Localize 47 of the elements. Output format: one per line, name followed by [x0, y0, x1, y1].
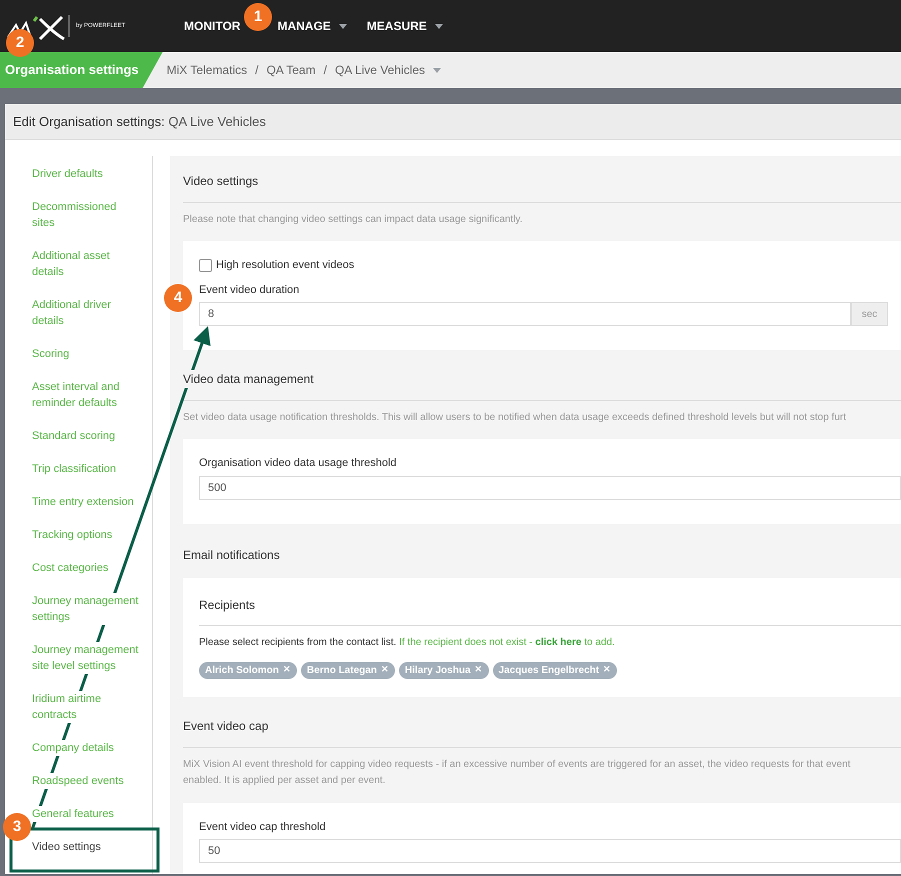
input-field[interactable]: 8	[199, 302, 851, 326]
unit-label: sec	[851, 302, 888, 326]
breadcrumb-separator: /	[324, 62, 327, 79]
field-label: Organisation video data usage threshold	[199, 456, 398, 471]
field-label: Event video duration	[199, 282, 300, 298]
section-heading: Email notifications	[183, 546, 281, 564]
breadcrumb-link[interactable]: MiX Telematics	[166, 61, 248, 79]
section-note: Set video data usage notification thresholds. This will allow users to be notified when data usage exceeds defined threshold levels but will not stop furt	[183, 411, 847, 425]
sidebar-item[interactable]: Tracking options	[32, 527, 112, 543]
recipient-name: Berno Lategan	[306, 664, 377, 678]
nav-menu-item[interactable]: MEASURE	[366, 17, 443, 35]
section-heading: Video data management	[183, 370, 314, 388]
sidebar-item[interactable]: Video settings	[32, 839, 101, 855]
remove-button[interactable]: ✕	[282, 663, 291, 677]
checkbox-label: High resolution event videos	[216, 258, 354, 273]
recipient-name: Jacques Engelbrecht	[498, 664, 600, 678]
remove-button[interactable]: ✕	[603, 663, 612, 677]
section-note: MiX Vision AI event threshold for capping video requests - if an excessive number of events are triggered for an asset, the video requests for that event	[183, 758, 852, 772]
recipient-name: Alrich Solomon	[205, 664, 279, 678]
sidebar-item[interactable]: Roadspeed events	[32, 773, 124, 789]
nav-menu-item[interactable]: MANAGE	[277, 17, 347, 35]
breadcrumb-link[interactable]: QA Live Vehicles	[334, 61, 425, 79]
sidebar-item[interactable]: Cost categories	[32, 560, 108, 576]
section-note: enabled. It is applied per asset and per event.	[183, 774, 386, 788]
subsection-heading: Recipients	[199, 596, 901, 626]
sidebar-item[interactable]: General features	[32, 806, 114, 822]
add-contact-link[interactable]: click here	[535, 636, 582, 648]
remove-button[interactable]: ✕	[380, 663, 389, 677]
breadcrumb-link[interactable]: QA Team	[266, 61, 316, 79]
input-field[interactable]: 500	[199, 476, 901, 500]
instruction-text: Please select recipients from the contact list. If the recipient does not exist - click here to add.	[199, 636, 616, 650]
recipient-name: Hilary Joshua	[404, 664, 471, 678]
nav-menu-item[interactable]: MONITOR	[184, 17, 240, 35]
remove-button[interactable]: ✕	[474, 663, 483, 677]
section-tag: Organisation settings	[0, 52, 163, 88]
input-field[interactable]: 50	[199, 839, 901, 863]
section-note: Please note that changing video settings can impact data usage significantly.	[183, 213, 524, 227]
sidebar-item[interactable]: Scoring	[32, 346, 70, 362]
breadcrumb-separator: /	[255, 62, 258, 79]
sidebar-item[interactable]: Time entry extension	[32, 494, 134, 510]
sidebar-item[interactable]: Standard scoring	[32, 428, 116, 444]
panel-title: Edit Organisation settings: QA Live Vehicles	[13, 112, 266, 131]
field-label: Event video cap threshold	[199, 820, 327, 834]
sidebar-item[interactable]: Trip classification	[32, 461, 116, 477]
sidebar-item[interactable]: Company details	[32, 740, 114, 756]
checkbox[interactable]	[199, 258, 212, 272]
caret-icon	[433, 68, 441, 72]
